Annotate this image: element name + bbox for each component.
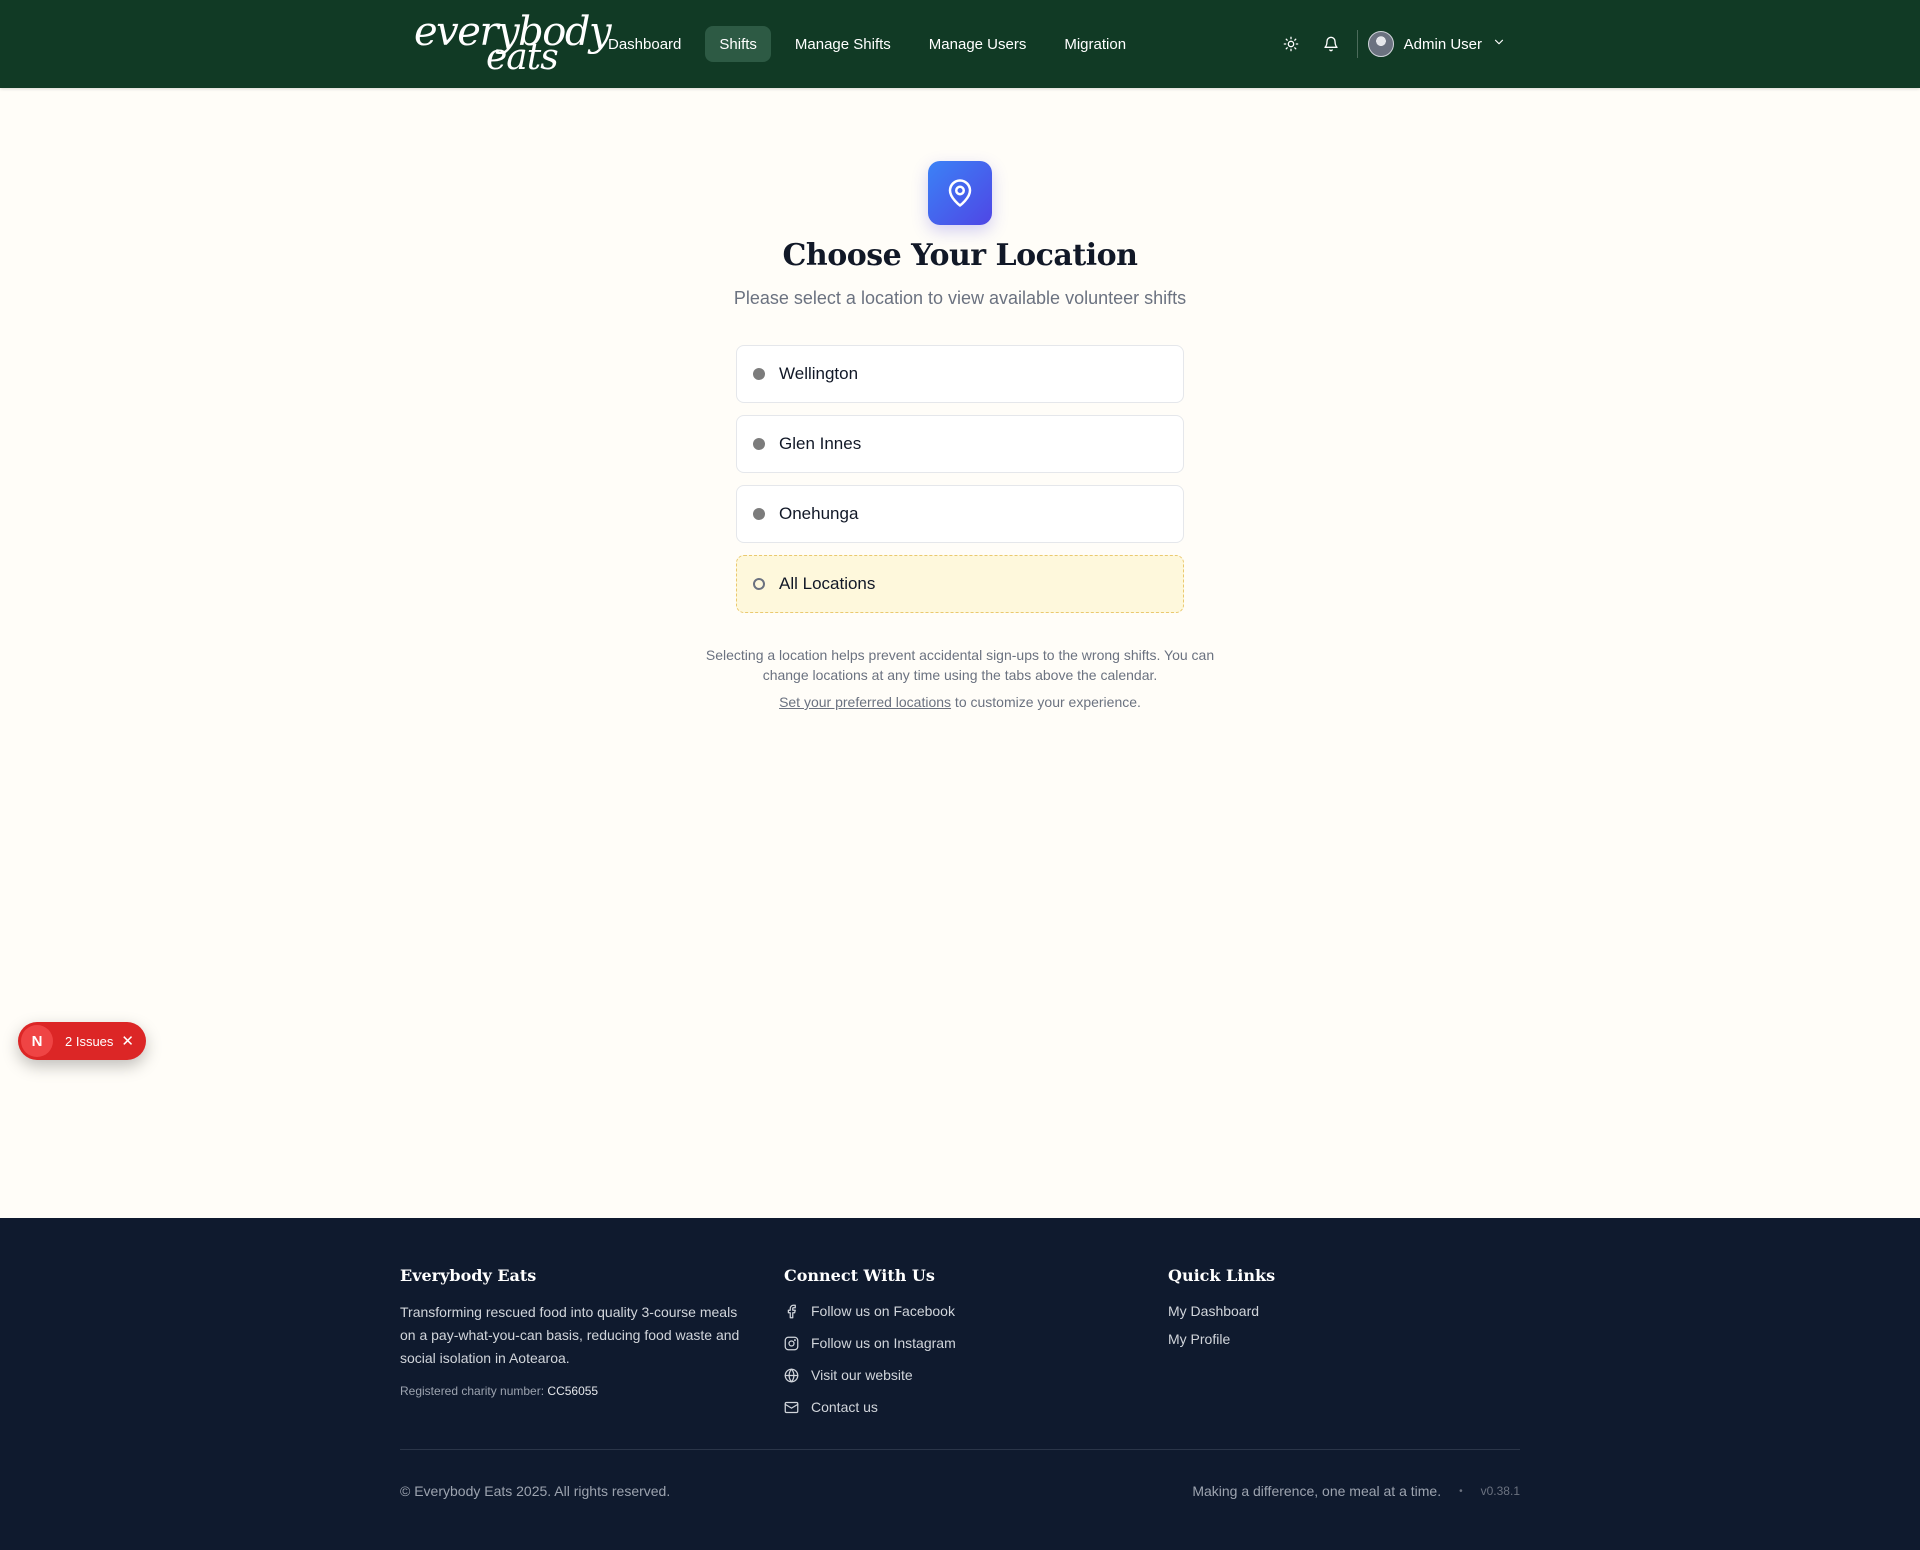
facebook-link-label: Follow us on Facebook: [811, 1303, 955, 1319]
instagram-link-label: Follow us on Instagram: [811, 1335, 956, 1351]
preferred-locations-link[interactable]: Set your preferred locations: [779, 694, 951, 710]
location-option-glen-innes[interactable]: Glen Innes: [736, 415, 1184, 473]
contact-link-label: Contact us: [811, 1399, 878, 1415]
nextjs-logo-icon: N: [21, 1025, 53, 1057]
mail-icon: [784, 1401, 799, 1413]
top-navbar: everybody eats Dashboard Shifts Manage S…: [0, 0, 1920, 88]
user-name: Admin User: [1403, 35, 1482, 53]
notifications-button[interactable]: [1311, 24, 1351, 64]
location-ring: [753, 578, 765, 590]
page-title: Choose Your Location: [782, 238, 1138, 273]
charity-value: CC56055: [547, 1384, 599, 1398]
footer-quick-links: Quick Links My Dashboard My Profile: [1168, 1266, 1468, 1357]
location-dot: [753, 368, 765, 380]
facebook-link[interactable]: Follow us on Facebook: [784, 1301, 1084, 1321]
nav-migration[interactable]: Migration: [1050, 26, 1140, 62]
avatar: [1367, 31, 1394, 57]
close-icon[interactable]: ✕: [121, 1032, 134, 1050]
location-dot: [753, 438, 765, 450]
nav-shifts[interactable]: Shifts: [705, 26, 771, 62]
theme-toggle-button[interactable]: [1271, 24, 1311, 64]
location-option-wellington[interactable]: Wellington: [736, 345, 1184, 403]
footer-about-description: Transforming rescued food into quality 3…: [400, 1304, 740, 1366]
footer-divider: [400, 1449, 1520, 1450]
page-subtitle: Please select a location to view availab…: [733, 288, 1187, 308]
nav-dashboard[interactable]: Dashboard: [594, 26, 695, 62]
location-help-text: Selecting a location helps prevent accid…: [705, 647, 1215, 683]
preferred-locations-suffix: to customize your experience.: [951, 694, 1141, 710]
tagline-text: Making a difference, one meal at a time.: [1192, 1483, 1442, 1499]
issues-indicator[interactable]: N 2 Issues ✕: [18, 1022, 146, 1060]
location-option-onehunga[interactable]: Onehunga: [736, 485, 1184, 543]
chevron-down-icon: [1492, 35, 1506, 53]
location-label: All Locations: [779, 574, 876, 593]
my-dashboard-link[interactable]: My Dashboard: [1168, 1301, 1468, 1321]
footer-connect: Connect With Us Follow us on Facebook Fo…: [784, 1266, 1084, 1429]
location-list: Wellington Glen Innes Onehunga All Locat…: [736, 345, 1184, 625]
user-menu-button[interactable]: Admin User: [1367, 31, 1506, 57]
charity-number: Registered charity number: CC56055: [400, 1384, 740, 1398]
instagram-icon: [784, 1336, 799, 1350]
location-label: Onehunga: [779, 504, 859, 523]
bell-icon: [1323, 36, 1338, 52]
copyright-text: © Everybody Eats 2025. All rights reserv…: [400, 1483, 671, 1499]
charity-label: Registered charity number:: [400, 1384, 548, 1398]
location-option-all[interactable]: All Locations: [736, 555, 1184, 613]
logo-text-line2: eats: [486, 37, 559, 78]
my-profile-link[interactable]: My Profile: [1168, 1329, 1468, 1349]
header-actions: Admin User: [1271, 24, 1506, 64]
location-label: Glen Innes: [779, 434, 862, 453]
header-divider: [1356, 30, 1358, 58]
issues-count[interactable]: 2 Issues: [65, 1034, 113, 1049]
map-pin-icon: [928, 161, 992, 225]
nav-manage-users[interactable]: Manage Users: [915, 26, 1041, 62]
version-label: v0.38.1: [1480, 1484, 1520, 1498]
site-footer: Everybody Eats Transforming rescued food…: [0, 1218, 1920, 1550]
website-link-label: Visit our website: [811, 1367, 913, 1383]
sun-icon: [1283, 36, 1298, 52]
preferred-locations-text: Set your preferred locations to customiz…: [0, 694, 1920, 710]
separator-dot: •: [1459, 1485, 1463, 1497]
globe-icon: [784, 1368, 799, 1382]
footer-about: Everybody Eats Transforming rescued food…: [400, 1266, 740, 1398]
contact-link[interactable]: Contact us: [784, 1397, 1084, 1417]
location-label: Wellington: [779, 364, 859, 383]
footer-quick-title: Quick Links: [1168, 1266, 1276, 1285]
website-link[interactable]: Visit our website: [784, 1365, 1084, 1385]
location-dot: [753, 508, 765, 520]
everybody-eats-logo[interactable]: everybody eats: [414, 10, 612, 78]
footer-about-title: Everybody Eats: [400, 1266, 537, 1285]
facebook-icon: [787, 1304, 796, 1318]
footer-connect-title: Connect With Us: [784, 1266, 935, 1285]
instagram-link[interactable]: Follow us on Instagram: [784, 1333, 1084, 1353]
footer-tagline-row: Making a difference, one meal at a time.…: [1192, 1483, 1520, 1499]
nav-manage-shifts[interactable]: Manage Shifts: [781, 26, 905, 62]
main-nav: Dashboard Shifts Manage Shifts Manage Us…: [594, 26, 1140, 62]
